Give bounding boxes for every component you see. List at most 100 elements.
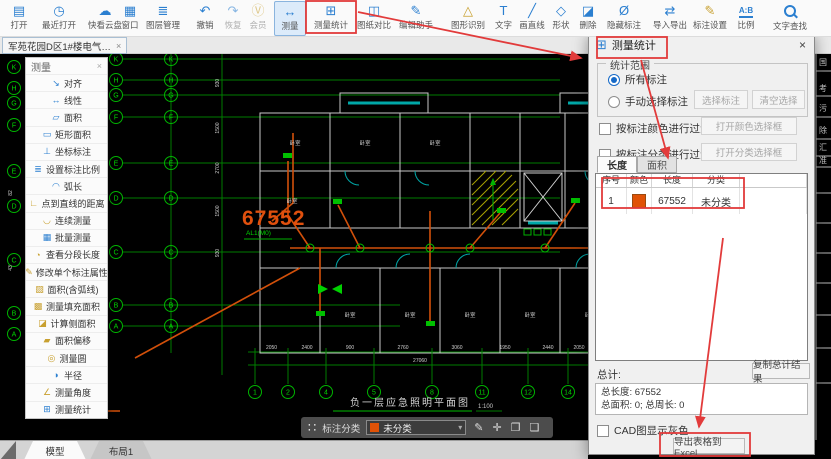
copy-icon[interactable]: ❐ <box>511 421 521 434</box>
svg-text:B: B <box>114 303 119 310</box>
layout-tab-布局1[interactable]: 布局1 <box>90 441 152 459</box>
paste-icon[interactable]: ❑ <box>530 421 540 434</box>
measure-item-icon: ↘ <box>51 78 61 89</box>
measure-panel-item-8[interactable]: ◡连续测量 <box>26 212 107 229</box>
svg-text:1500: 1500 <box>215 205 221 216</box>
tab-area[interactable]: 面积 <box>637 156 677 173</box>
measure-panel-item-15[interactable]: ▰面积偏移 <box>26 332 107 349</box>
measure-panel-item-14[interactable]: ◪计算侧面积 <box>26 315 107 332</box>
measure-panel-item-4[interactable]: ⊥坐标标注 <box>26 143 107 160</box>
move-icon[interactable]: ✛ <box>493 421 502 434</box>
measure-panel-item-18[interactable]: ∠测量角度 <box>26 383 107 400</box>
svg-text:1: 1 <box>253 390 257 397</box>
dialog-close-icon[interactable]: × <box>799 38 806 52</box>
document-tab[interactable]: 军苑花园D区1#楼电气… × <box>2 37 127 54</box>
measure-panel-title: 测量 <box>31 59 51 74</box>
measure-item-label: 半径 <box>64 369 82 382</box>
toolbar-button-text[interactable]: T文字 <box>490 1 517 34</box>
radio-manual-select[interactable] <box>608 96 620 108</box>
measure-panel-item-13[interactable]: ▩测量填充面积 <box>26 297 107 314</box>
toolbar-button-vip[interactable]: Ⓥ会员 <box>243 1 273 34</box>
svg-text:1:100: 1:100 <box>478 404 494 410</box>
svg-text:G: G <box>113 93 118 100</box>
toolbar-button-drawing-compare[interactable]: ◫图纸对比 <box>352 1 396 34</box>
measure-panel-item-19[interactable]: ⊞测量统计 <box>26 401 107 418</box>
measure-panel-item-17[interactable]: ◑半径 <box>26 366 107 383</box>
svg-text:A: A <box>114 324 119 331</box>
open-class-picker-button[interactable]: 打开分类选择框 <box>701 143 797 161</box>
table-header-filler <box>740 174 807 187</box>
clear-selection-button[interactable]: 清空选择 <box>752 90 805 109</box>
copy-total-button[interactable]: 复制总计结果 <box>752 363 810 379</box>
radio-all-annotations[interactable] <box>608 74 620 86</box>
measure-item-label: 查看分段长度 <box>46 248 100 261</box>
toolbar-button-open[interactable]: ▤打开 <box>2 1 36 34</box>
svg-text:卧室: 卧室 <box>359 139 371 147</box>
measure-panel-item-6[interactable]: ◠弧长 <box>26 177 107 194</box>
table-header-cell: 序号 <box>596 174 627 187</box>
measure-panel-close-icon[interactable]: × <box>97 61 102 71</box>
svg-text:82: 82 <box>8 190 14 196</box>
measure-item-label: 对齐 <box>64 77 82 90</box>
tab-length[interactable]: 长度 <box>597 156 637 173</box>
toolbar-button-draw-line[interactable]: ╱画直线 <box>516 1 548 34</box>
measure-item-icon: ∟ <box>28 198 38 208</box>
toolbar-button-measure-stats[interactable]: ⊞测量统计 <box>308 1 354 34</box>
toolbar-button-annotation-settings[interactable]: ✎标注设置 <box>688 1 732 34</box>
annotation-classify-bar: ∷ 标注分类 未分类 ▾ ✎✛❐❑ <box>301 417 553 438</box>
svg-text:2050: 2050 <box>266 345 277 351</box>
measure-item-icon: ◪ <box>37 318 47 329</box>
toolbar-button-hide-annotation[interactable]: Ø隐藏标注 <box>602 1 646 34</box>
measure-panel-item-10[interactable]: ◔查看分段长度 <box>26 246 107 263</box>
measure-panel-item-9[interactable]: ▦批量测量 <box>26 229 107 246</box>
drawing-title-text: 负一层应急照明平面图 <box>350 396 470 409</box>
row-color-cell <box>627 188 652 214</box>
toolbar-button-recent-open[interactable]: ◷最近打开 <box>37 1 81 34</box>
svg-text:H: H <box>168 78 173 85</box>
measure-panel-item-2[interactable]: ▱面积 <box>26 108 107 125</box>
toolbar-button-layer-manage[interactable]: ≣图层管理 <box>141 1 185 34</box>
measure-panel-item-1[interactable]: ↔线性 <box>26 91 107 108</box>
toolbar-button-scale-ratio[interactable]: A:B比例 <box>733 1 759 34</box>
measure-item-icon: ◎ <box>46 353 56 364</box>
cad-gray-checkbox[interactable] <box>597 425 609 437</box>
layout-tab-模型[interactable]: 模型 <box>24 441 86 459</box>
redo-label: 恢复 <box>224 19 241 31</box>
svg-text:8: 8 <box>430 390 434 397</box>
measure-panel-item-5[interactable]: ≣设置标注比例 <box>26 160 107 177</box>
apps-grid-icon[interactable]: ∷ <box>308 421 316 434</box>
measure-panel-item-12[interactable]: ▨面积(含弧线) <box>26 280 107 297</box>
measure-icon: ↔ <box>284 5 297 19</box>
edit-icon[interactable]: ✎ <box>474 421 483 434</box>
measure-panel-item-7[interactable]: ∟点到直线的距离 <box>26 194 107 211</box>
toolbar-button-text-find[interactable]: 文字查找 <box>768 1 812 34</box>
select-annotations-button[interactable]: 选择标注 <box>694 90 748 109</box>
measure-stats-icon: ⊞ <box>326 4 337 18</box>
toolbar-button-delete[interactable]: ◪删除 <box>575 1 601 34</box>
table-row[interactable]: 167552未分类 <box>596 188 807 214</box>
measure-panel-item-16[interactable]: ◎测量圆 <box>26 349 107 366</box>
toolbar-button-measure[interactable]: ↔测量 <box>274 1 306 36</box>
open-color-picker-button[interactable]: 打开颜色选择框 <box>701 117 797 135</box>
measure-item-label: 批量测量 <box>55 231 91 244</box>
toolbar-button-import-export[interactable]: ⇄导入导出 <box>648 1 692 34</box>
toolbar-button-shapes[interactable]: ◇形状 <box>548 1 574 34</box>
filter-by-color-checkbox[interactable] <box>599 123 611 135</box>
toolbar-button-edit-assistant[interactable]: ✎编辑助手 <box>394 1 438 34</box>
measure-panel-item-3[interactable]: ▭矩形面积 <box>26 126 107 143</box>
svg-text:除: 除 <box>819 125 827 135</box>
toolbar-button-shape-recognize[interactable]: △图形识别 <box>446 1 490 34</box>
window-icon: ▦ <box>124 4 136 18</box>
measure-panel-item-11[interactable]: ✎修改单个标注属性 <box>26 263 107 280</box>
svg-text:卧室: 卧室 <box>429 139 441 147</box>
svg-text:C: C <box>113 250 118 257</box>
classify-dropdown[interactable]: 未分类 ▾ <box>366 420 466 435</box>
document-tab-close-icon[interactable]: × <box>116 41 121 51</box>
import-export-icon: ⇄ <box>665 4 676 18</box>
svg-text:考: 考 <box>819 84 827 93</box>
measure-results-table[interactable]: 序号颜色长度分类 167552未分类 <box>595 173 808 361</box>
radio-manual-label: 手动选择标注 <box>625 94 688 109</box>
measure-panel-item-0[interactable]: ↘对齐 <box>26 74 107 91</box>
shape-recognize-label: 图形识别 <box>451 19 485 31</box>
export-excel-button[interactable]: 导出表格到Excel <box>673 438 745 454</box>
